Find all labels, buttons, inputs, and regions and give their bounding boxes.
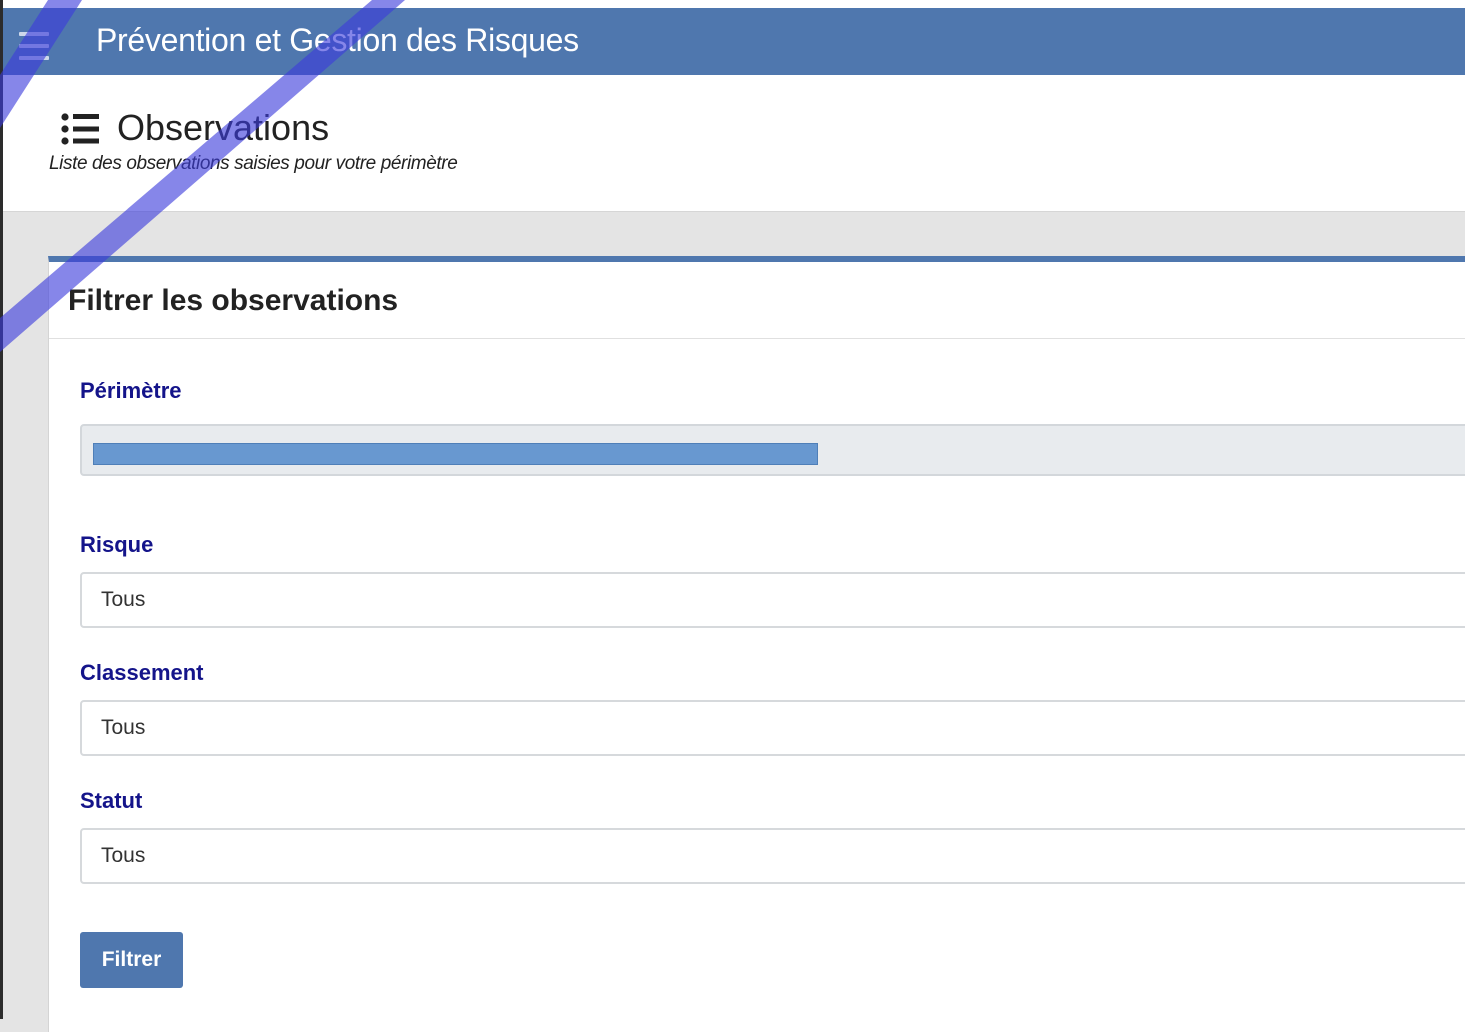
list-icon	[61, 113, 99, 145]
risque-label: Risque	[80, 532, 154, 557]
filter-button[interactable]: Filtrer	[80, 932, 183, 988]
filter-card-title: Filtrer les observations	[68, 284, 399, 317]
statut-select-value: Tous	[101, 844, 146, 867]
page-header: Observations Liste des observations sais…	[3, 75, 1465, 212]
classement-select[interactable]: Tous	[80, 700, 1465, 756]
risque-select-value: Tous	[101, 588, 146, 611]
perimetre-label: Périmètre	[80, 378, 182, 403]
statut-select[interactable]: Tous	[80, 828, 1465, 884]
classement-select-value: Tous	[101, 716, 146, 739]
filter-card: Filtrer les observations Périmètre Risqu…	[48, 256, 1465, 1032]
statut-label: Statut	[80, 788, 143, 813]
perimetre-field[interactable]	[80, 424, 1465, 476]
window-top-strip	[3, 0, 1465, 8]
perimetre-value-redacted	[93, 443, 818, 465]
app-title: Prévention et Gestion des Risques	[96, 22, 579, 58]
page-subtitle: Liste des observations saisies pour votr…	[49, 153, 458, 174]
classement-label: Classement	[80, 660, 204, 685]
filter-card-header: Filtrer les observations	[49, 262, 1465, 339]
app-topbar: Prévention et Gestion des Risques	[3, 8, 1465, 75]
risque-select[interactable]: Tous	[80, 572, 1465, 628]
hamburger-menu-icon[interactable]	[19, 32, 49, 60]
page-title: Observations	[117, 107, 330, 148]
